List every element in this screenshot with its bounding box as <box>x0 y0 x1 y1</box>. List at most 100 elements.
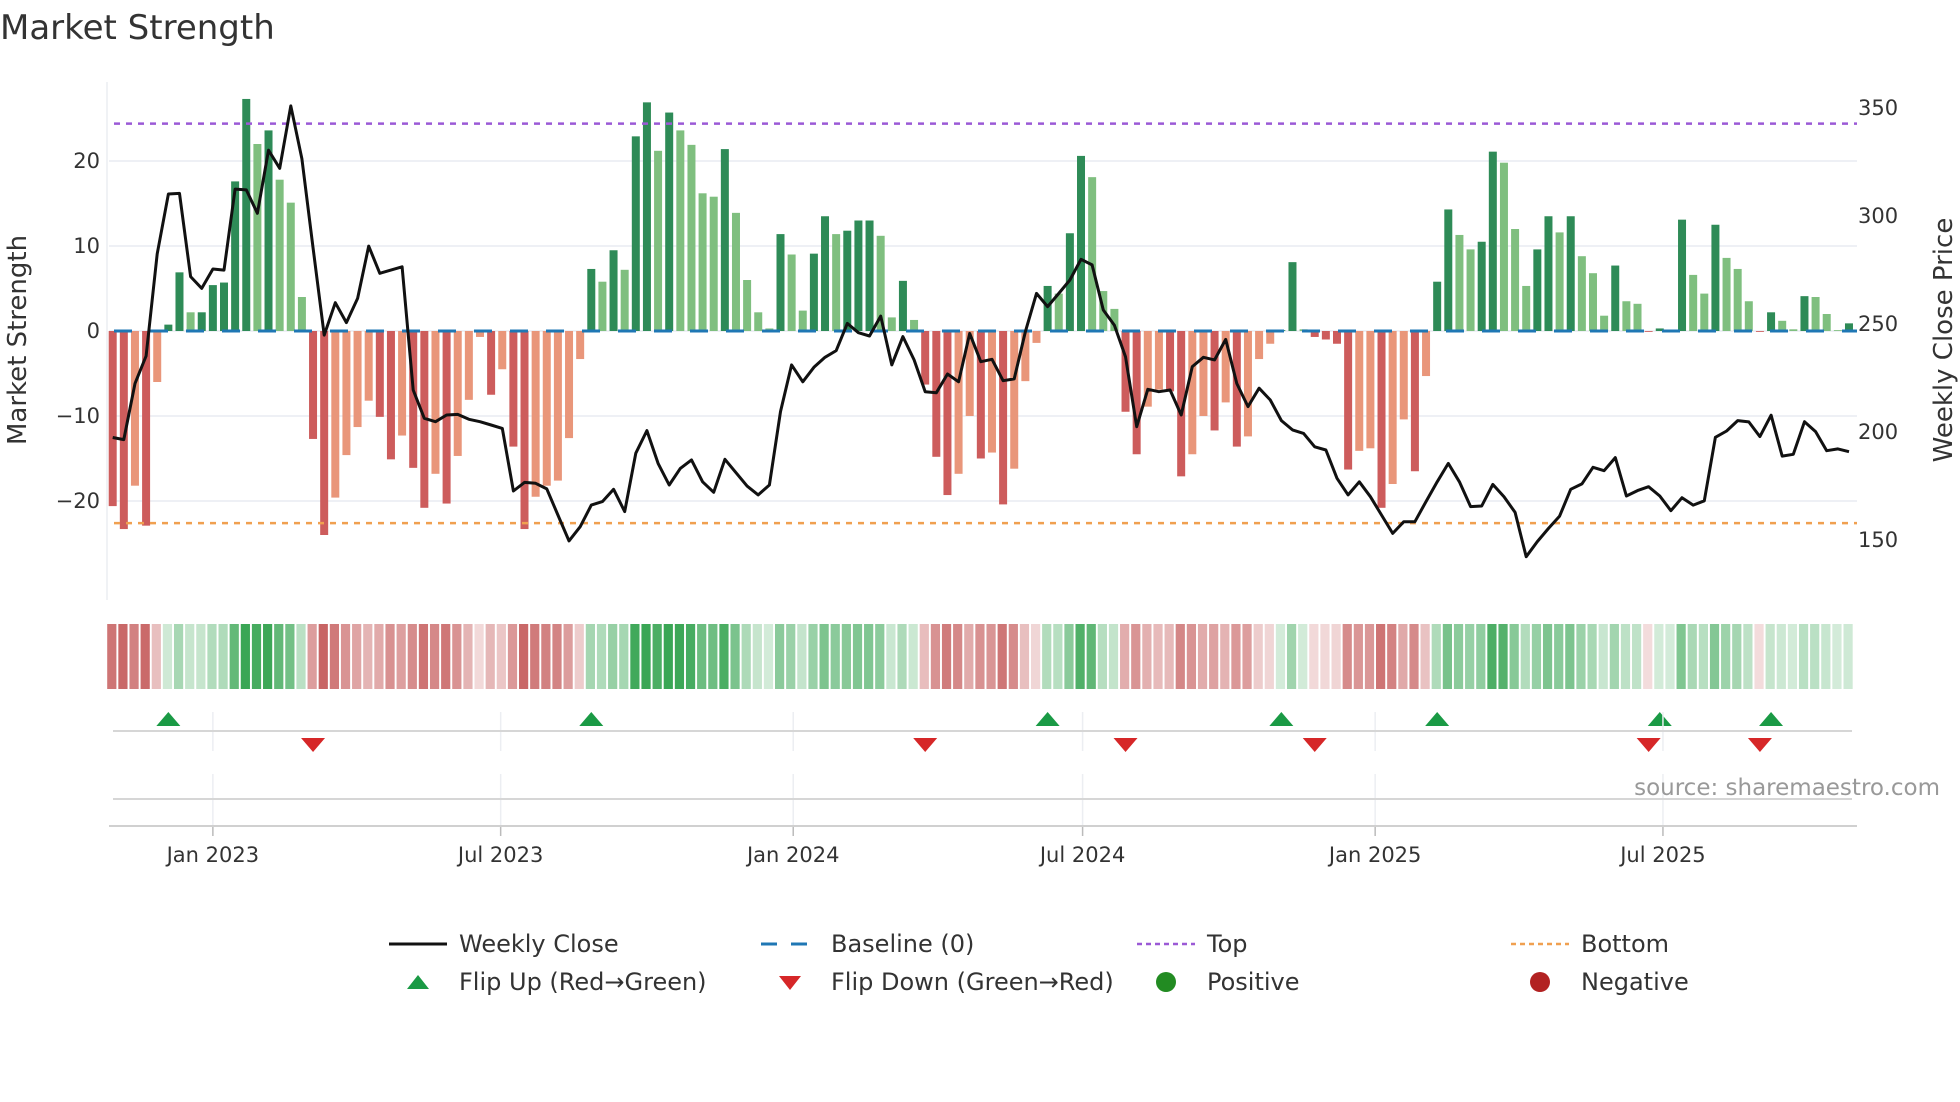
strip-cell <box>1086 624 1096 689</box>
strength-bar <box>1633 303 1642 331</box>
flip-up-marker <box>1035 712 1060 726</box>
strength-bar <box>531 331 540 497</box>
strip-cell <box>819 624 829 689</box>
strip-cell <box>1531 624 1542 689</box>
strip-cell <box>1120 624 1130 689</box>
legend-label: Flip Up (Red→Green) <box>459 968 707 996</box>
strip-cell <box>1821 624 1831 689</box>
legend-item[interactable]: Baseline (0) <box>761 929 974 959</box>
strip-cell <box>1108 624 1119 689</box>
strength-bar <box>1010 331 1019 469</box>
strip-cell <box>797 624 807 689</box>
strip-cell <box>964 624 974 689</box>
strength-bar <box>1166 331 1175 392</box>
strip-cell <box>541 624 551 689</box>
strength-bar <box>954 331 963 474</box>
strength-bar <box>1622 301 1631 331</box>
strip-cell <box>608 624 618 689</box>
strip-cell <box>129 624 139 689</box>
strength-bar <box>1778 320 1787 331</box>
strength-bar <box>1689 274 1698 331</box>
strength-bar <box>186 312 195 331</box>
strength-bar <box>1522 285 1531 331</box>
strip-cell <box>374 624 384 689</box>
strength-bar <box>1077 155 1086 331</box>
strength-bar <box>1800 296 1809 331</box>
strength-bar <box>1132 331 1141 455</box>
strip-cell <box>1832 624 1842 689</box>
strip-cell <box>1342 624 1352 689</box>
strength-bar <box>787 254 796 331</box>
strip-cell <box>830 624 840 689</box>
strength-bar <box>1566 216 1575 331</box>
strength-bar <box>1733 268 1742 331</box>
strip-cell <box>1620 624 1631 689</box>
strip-cell <box>496 624 506 689</box>
strip-cell <box>318 624 328 689</box>
strength-bar <box>286 202 295 331</box>
strength-bar <box>1377 331 1386 508</box>
triangle-down-icon <box>779 976 801 990</box>
legend-item[interactable]: Negative <box>1511 967 1689 997</box>
legend-item[interactable]: Bottom <box>1511 929 1669 959</box>
strength-bar <box>976 331 985 459</box>
circle-icon <box>1530 972 1550 992</box>
strength-bar <box>698 193 707 331</box>
strength-bar <box>1422 331 1431 377</box>
strip-cell <box>1643 624 1653 689</box>
strength-bar <box>1344 331 1353 470</box>
strip-cell <box>652 624 662 689</box>
strip-cell <box>1286 624 1297 689</box>
strip-cell <box>997 624 1007 689</box>
strip-cell <box>530 624 540 689</box>
strip-cell <box>1320 624 1330 689</box>
y-tick-label: 20 <box>73 149 100 173</box>
strength-bar <box>1588 273 1597 331</box>
strip-cell <box>1810 624 1820 689</box>
x-tick-label: Jan 2023 <box>165 843 260 867</box>
legend-item[interactable]: Flip Up (Red→Green) <box>389 967 707 997</box>
strip-cell <box>730 624 740 689</box>
strip-cell <box>352 624 362 689</box>
strength-bar <box>1789 329 1798 331</box>
legend-item[interactable]: Weekly Close <box>389 929 619 959</box>
legend-item[interactable]: Top <box>1137 929 1248 959</box>
strength-bar <box>854 220 863 331</box>
strength-bar <box>1600 315 1609 331</box>
strip-cell <box>1654 624 1664 689</box>
strip-cell <box>396 624 406 689</box>
strength-bar <box>1511 229 1520 331</box>
strip-cell <box>1442 624 1452 689</box>
strip-cell <box>1676 624 1686 689</box>
strength-bar <box>1533 249 1542 331</box>
strength-bar <box>342 331 351 456</box>
strength-bar <box>776 234 785 331</box>
strength-bar <box>386 331 395 460</box>
y2-tick-label: 250 <box>1858 312 1898 336</box>
legend-label: Positive <box>1207 968 1300 996</box>
dotted-line-swatch <box>1511 942 1569 946</box>
strength-bar <box>1611 265 1620 331</box>
strength-bar <box>821 216 830 331</box>
strip-cell <box>1242 624 1252 689</box>
strip-cell <box>1721 624 1731 689</box>
strip-cell <box>1197 624 1208 689</box>
y-tick-label: 0 <box>87 319 100 343</box>
legend-label: Top <box>1207 930 1248 958</box>
triangle-up-icon <box>407 975 429 989</box>
strip-cell <box>897 624 907 689</box>
strength-bar <box>1410 331 1419 472</box>
strip-cell <box>1698 624 1708 689</box>
strength-bar <box>587 268 596 331</box>
y2-tick-label: 150 <box>1858 528 1898 552</box>
strip-cell <box>1331 624 1341 689</box>
strength-bar <box>921 331 930 385</box>
strip-cell <box>697 624 707 689</box>
legend-item[interactable]: Flip Down (Green→Red) <box>761 967 1114 997</box>
legend-item[interactable]: Positive <box>1137 967 1300 997</box>
strip-cell <box>552 624 562 689</box>
strip-cell <box>329 624 339 689</box>
strip-cell <box>196 624 206 689</box>
strength-bar <box>1678 219 1687 331</box>
strength-bar <box>887 317 896 331</box>
